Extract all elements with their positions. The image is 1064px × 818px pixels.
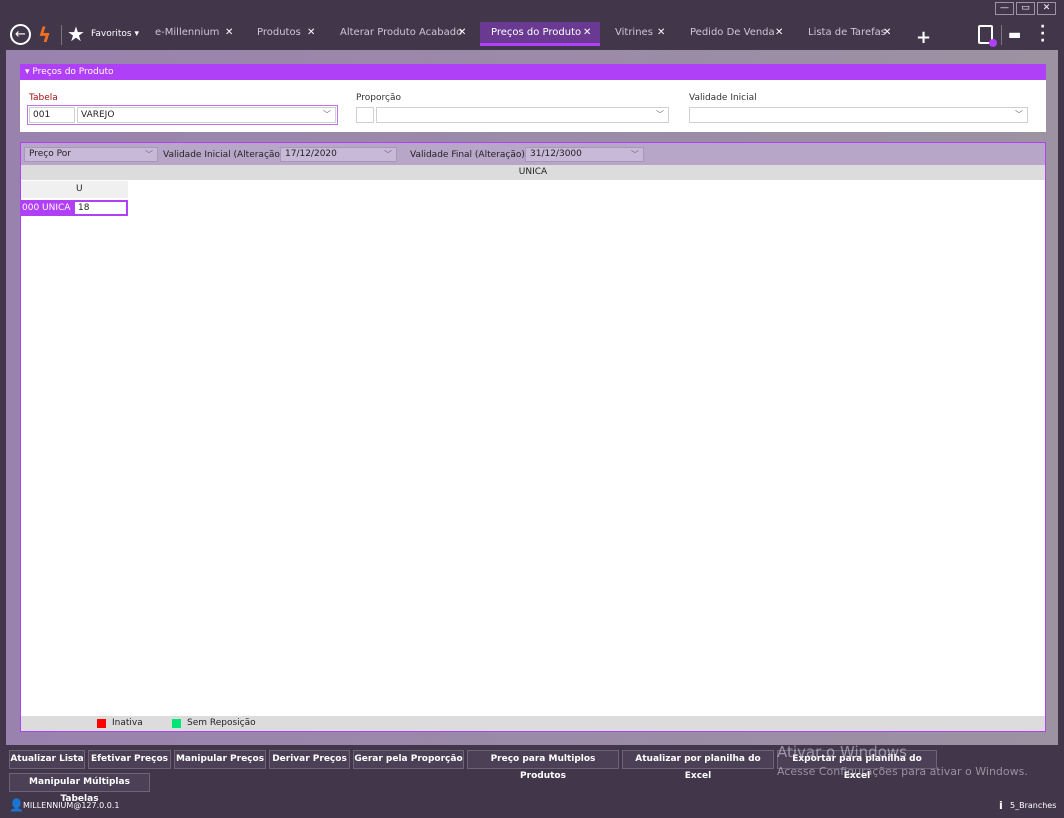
tab-pedido-de-venda[interactable]: Pedido De Venda ✕ <box>680 22 795 46</box>
preco-por-select[interactable]: Preço Por ﹀ <box>24 147 158 162</box>
tabela-label: Tabela <box>29 93 58 103</box>
close-icon[interactable]: ✕ <box>583 22 591 44</box>
chevron-down-icon: ﹀ <box>1015 110 1023 119</box>
preco-multiplos-produtos-button[interactable]: Preço para Multiplos Produtos <box>467 750 619 781</box>
manipular-multiplas-tabelas-button[interactable]: Manipular Múltiplas Tabelas <box>9 773 150 804</box>
close-icon[interactable]: ✕ <box>458 22 466 44</box>
tab-label: Vitrines <box>615 27 653 38</box>
maximize-button[interactable]: ▭ <box>1016 2 1035 15</box>
val-fin-value: 31/12/3000 <box>530 149 582 159</box>
val-ini-select[interactable]: 17/12/2020 ﹀ <box>280 147 397 162</box>
tab-label: Produtos <box>257 27 301 38</box>
divider <box>1001 25 1002 45</box>
windows-watermark-title: Ativar o Windows <box>777 743 907 761</box>
group-header: UNICA <box>21 165 1045 180</box>
val-fin-select[interactable]: 31/12/3000 ﹀ <box>525 147 644 162</box>
info-icon[interactable]: i <box>999 799 1003 812</box>
tab-label: Pedido De Venda <box>690 27 775 38</box>
tab-label: Alterar Produto Acabado <box>340 27 463 38</box>
val-ini-label: Validade Inicial (Alteração) <box>163 150 284 160</box>
chevron-down-icon: ﹀ <box>323 110 331 119</box>
chevron-down-icon: ﹀ <box>384 150 392 159</box>
close-icon[interactable]: ✕ <box>883 22 891 44</box>
tab-label: Lista de Tarefas <box>808 27 886 38</box>
legend: Inativa Sem Reposição <box>21 716 1045 731</box>
val-fin-label: Validade Final (Alteração) <box>410 150 525 160</box>
legend-label: Inativa <box>112 718 143 728</box>
proporcao-select[interactable]: ﹀ <box>376 107 669 123</box>
atualizar-lista-button[interactable]: Atualizar Lista <box>9 750 85 769</box>
derivar-precos-button[interactable]: Derivar Preços <box>269 750 350 769</box>
tab-precos-do-produto[interactable]: Preços do Produto ✕ <box>480 22 600 46</box>
user-icon: 👤 <box>9 798 24 812</box>
panel-header[interactable]: ▾ Preços do Produto <box>20 64 1046 80</box>
favorites-label: Favoritos <box>91 29 132 39</box>
validade-inicial-label: Validade Inicial <box>689 93 757 103</box>
column-header[interactable]: U <box>21 181 128 198</box>
tab-lista-de-tarefas[interactable]: Lista de Tarefas ✕ <box>798 22 903 46</box>
status-user: MILLENNIUM@127.0.0.1 <box>23 801 120 810</box>
tab-produtos[interactable]: Produtos ✕ <box>247 22 327 46</box>
tab-label: Preços do Produto <box>491 27 582 38</box>
tab-e-millennium[interactable]: e-Millennium ✕ <box>145 22 245 46</box>
atualizar-excel-button[interactable]: Atualizar por planilha do Excel <box>622 750 774 781</box>
close-icon[interactable]: ✕ <box>657 22 665 44</box>
row-header: 000 UNICA <box>21 200 73 216</box>
tabela-name: VAREJO <box>81 110 115 120</box>
price-cell[interactable]: 18 <box>73 200 128 216</box>
close-icon[interactable]: ✕ <box>775 22 783 44</box>
validade-inicial-select[interactable]: ﹀ <box>689 107 1028 123</box>
preco-por-value: Preço Por <box>29 149 71 159</box>
chevron-down-icon: ﹀ <box>145 150 153 159</box>
val-ini-value: 17/12/2020 <box>285 149 337 159</box>
status-branch: 5_Branches <box>1010 801 1057 810</box>
add-tab-icon[interactable]: + <box>916 27 931 48</box>
clipboard-icon[interactable] <box>978 25 997 47</box>
favorites-menu[interactable]: Favoritos ▾ <box>91 29 139 39</box>
panel-title: Preços do Produto <box>32 67 114 77</box>
manipular-precos-button[interactable]: Manipular Preços <box>174 750 266 769</box>
filter-form: Tabela 001 VAREJO ﹀ Proporção ﹀ Validade … <box>20 80 1046 132</box>
legend-swatch-sem-reposicao <box>172 719 181 728</box>
legend-label: Sem Reposição <box>187 718 256 728</box>
proporcao-checkbox[interactable] <box>356 107 374 123</box>
close-icon[interactable]: ✕ <box>307 22 315 44</box>
chevron-down-icon: ﹀ <box>656 110 664 119</box>
minimize-button[interactable]: — <box>995 2 1014 15</box>
divider <box>61 25 62 45</box>
back-icon[interactable]: ← <box>10 24 31 45</box>
close-icon[interactable]: ✕ <box>225 22 233 44</box>
proporcao-label: Proporção <box>356 93 401 103</box>
efetivar-precos-button[interactable]: Efetivar Preços <box>88 750 171 769</box>
close-window-button[interactable]: ✕ <box>1037 2 1056 15</box>
gerar-proporcao-button[interactable]: Gerar pela Proporção <box>353 750 464 769</box>
grid-filter-bar: Preço Por ﹀ Validade Inicial (Alteração) … <box>21 143 1045 165</box>
chevron-down-icon: ﹀ <box>631 150 639 159</box>
tabela-code-input[interactable]: 001 <box>29 107 75 123</box>
chat-icon[interactable]: ▬ <box>1008 27 1021 43</box>
tab-label: e-Millennium <box>155 27 220 38</box>
price-grid: Preço Por ﹀ Validade Inicial (Alteração) … <box>20 142 1046 732</box>
tabela-select[interactable]: VAREJO ﹀ <box>77 107 336 123</box>
more-icon[interactable]: · · · <box>1040 20 1045 48</box>
tab-vitrines[interactable]: Vitrines ✕ <box>605 22 675 46</box>
star-icon[interactable]: ★ <box>67 22 85 46</box>
legend-swatch-inativa <box>97 719 106 728</box>
tab-alterar-produto[interactable]: Alterar Produto Acabado ✕ <box>330 22 478 46</box>
windows-watermark-text: Acesse Configurações para ativar o Windo… <box>777 765 1028 778</box>
logo-icon: ϟ <box>38 23 52 47</box>
